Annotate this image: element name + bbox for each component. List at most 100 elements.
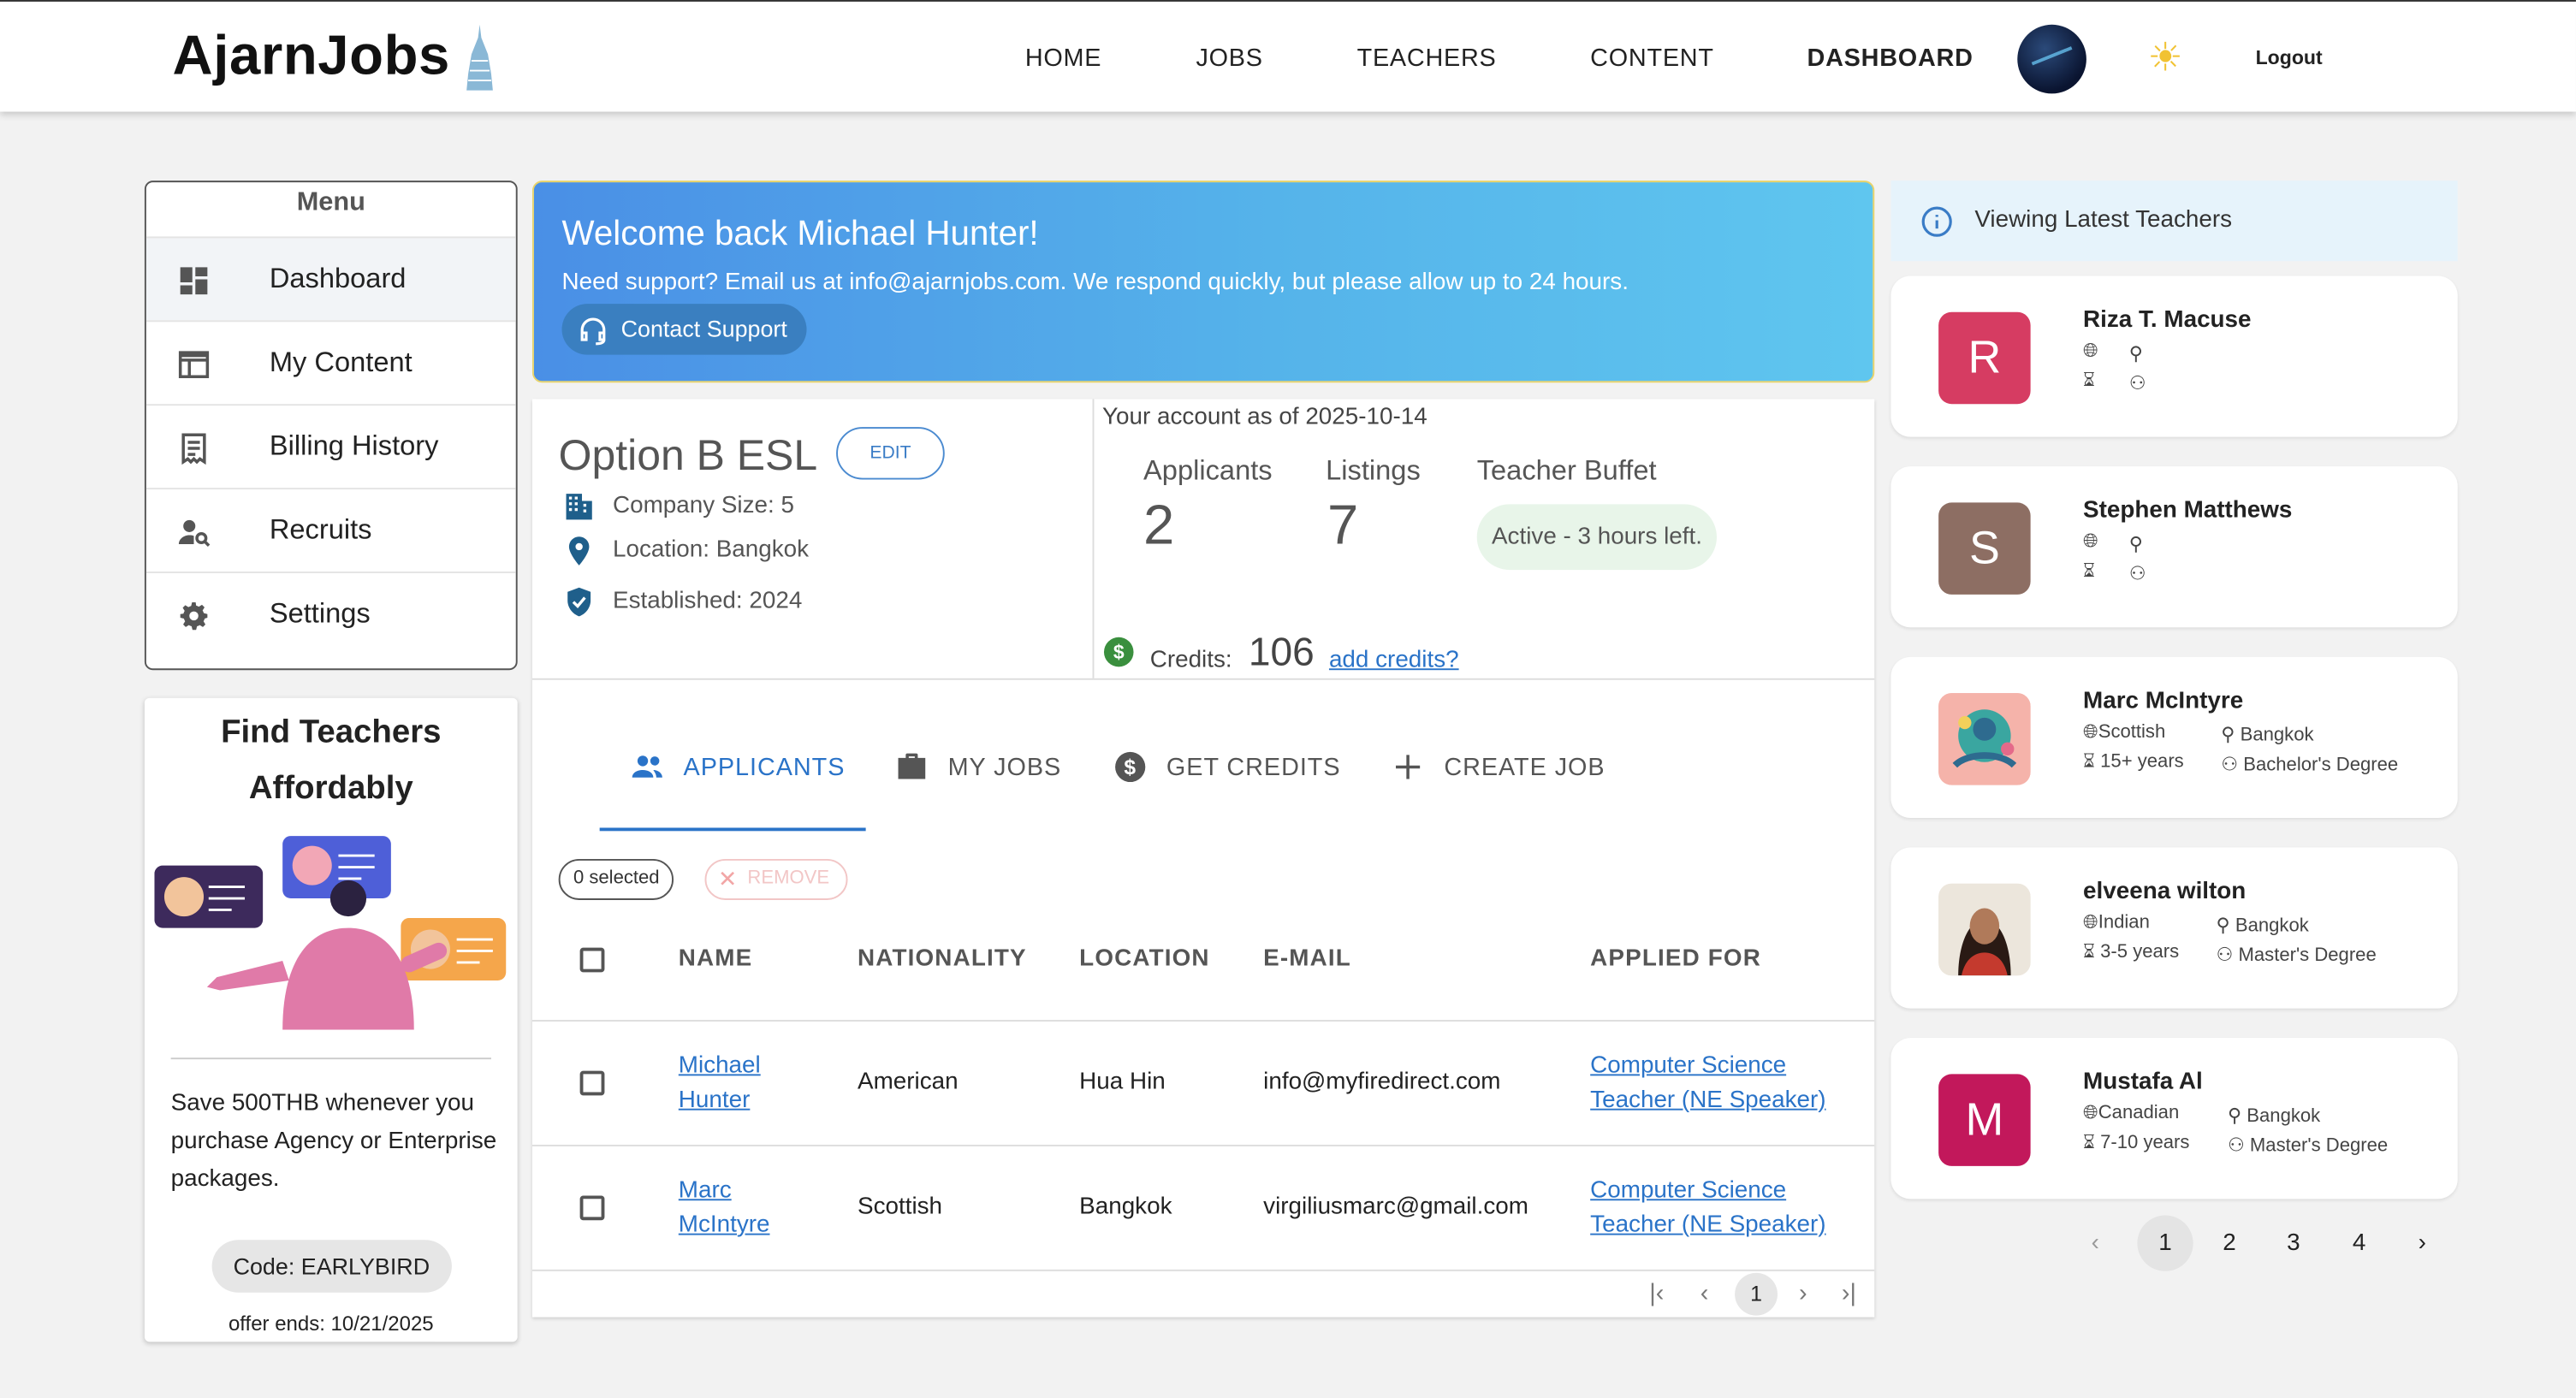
degree-icon: ⚇ (2128, 374, 2146, 394)
teacher-location: ⚲ Bangkok (2227, 1106, 2321, 1127)
next-page-icon[interactable]: › (1799, 1279, 1807, 1307)
nav-jobs[interactable]: JOBS (1196, 44, 1262, 73)
nav-content[interactable]: CONTENT (1590, 44, 1714, 73)
row-checkbox[interactable] (579, 1195, 605, 1221)
nationality-globe-icon: 🌐︎ (2083, 341, 2098, 362)
teachers-prev-page-icon[interactable]: ‹ (2092, 1230, 2099, 1257)
teacher-card[interactable]: M Mustafa Al 🌐︎Canadian ⚲ Bangkok ⏳︎ 7-1… (1890, 1038, 2458, 1200)
applicant-location: Bangkok (1079, 1194, 1172, 1221)
listings-value: 7 (1327, 494, 1359, 557)
side-menu: Menu Dashboard My Content Billing Histor… (144, 181, 518, 671)
card-divider (531, 678, 1875, 680)
teacher-buffet-label: Teacher Buffet (1476, 454, 1657, 487)
svg-text:$: $ (1124, 756, 1137, 779)
applicants-value: 2 (1143, 494, 1175, 557)
teacher-name: Riza T. Macuse (2083, 306, 2252, 334)
theme-toggle-sun-icon[interactable]: ☀ (2144, 37, 2187, 80)
teacher-avatar: R (1938, 311, 2031, 405)
active-tab-indicator (599, 827, 866, 832)
column-header-location[interactable]: LOCATION (1079, 946, 1210, 973)
welcome-subtitle: Need support? Email us at info@ajarnjobs… (561, 269, 1629, 296)
applicant-nationality: Scottish (858, 1194, 943, 1221)
content-icon (178, 351, 210, 378)
gear-icon (180, 602, 208, 631)
location-pin-icon: ⚲ (2128, 535, 2143, 555)
menu-item-dashboard[interactable]: Dashboard (145, 236, 516, 321)
dollar-circle-icon: $ (1115, 751, 1146, 783)
applicant-name-link[interactable]: Marc McIntyre (679, 1175, 770, 1244)
teacher-name: elveena wilton (2083, 878, 2247, 905)
peacock-avatar-image (1938, 693, 2031, 785)
receipt-icon (181, 433, 206, 465)
logout-link[interactable]: Logout (2256, 46, 2323, 69)
nav-teachers[interactable]: TEACHERS (1357, 44, 1497, 73)
menu-title: Menu (296, 188, 365, 217)
remove-button[interactable]: ✕ REMOVE (704, 858, 848, 900)
info-icon (1921, 206, 1952, 237)
teacher-degree: ⚇ Bachelor's Degree (2221, 755, 2399, 776)
applicant-email: info@myfiredirect.com (1263, 1069, 1501, 1096)
column-header-name[interactable]: NAME (679, 946, 753, 973)
menu-item-recruits[interactable]: Recruits (145, 488, 516, 572)
menu-item-billing-history[interactable]: Billing History (145, 404, 516, 488)
account-as-of: Your account as of 2025-10-14 (1102, 404, 1427, 430)
teacher-avatar: M (1938, 1074, 2031, 1166)
column-header-nationality[interactable]: NATIONALITY (858, 946, 1027, 973)
promo-divider (170, 1057, 491, 1060)
dollar-coin-icon: $ (1103, 637, 1134, 667)
teacher-avatar-image (1938, 693, 2031, 785)
select-all-checkbox[interactable] (579, 947, 605, 973)
location-pin-icon (568, 536, 590, 566)
prev-page-icon[interactable]: ‹ (1701, 1279, 1709, 1307)
building-icon (566, 494, 592, 520)
people-icon (632, 755, 662, 778)
teachers-page-2[interactable]: 2 (2223, 1230, 2236, 1257)
teacher-card[interactable]: elveena wilton 🌐︎Indian ⚲ Bangkok ⏳︎ 3-5… (1890, 847, 2458, 1009)
teacher-card[interactable]: R Riza T. Macuse 🌐︎ ⚲ ⏳︎ ⚇ (1890, 275, 2458, 437)
row-checkbox[interactable] (579, 1070, 605, 1096)
location-pin-icon: ⚲ (2216, 916, 2235, 937)
contact-support-button[interactable]: Contact Support (561, 304, 807, 355)
teachers-page-1[interactable]: 1 (2137, 1215, 2193, 1271)
menu-item-my-content[interactable]: My Content (145, 320, 516, 404)
teachers-page-4[interactable]: 4 (2353, 1230, 2366, 1257)
first-page-icon[interactable]: |‹ (1649, 1279, 1664, 1307)
applied-job-link[interactable]: Computer Science Teacher (NE Speaker) (1590, 1050, 1825, 1119)
last-page-icon[interactable]: ›| (1842, 1279, 1856, 1307)
menu-item-settings[interactable]: Settings (145, 572, 516, 655)
applicant-name-link[interactable]: Michael Hunter (679, 1050, 761, 1119)
column-header-applied-for[interactable]: APPLIED FOR (1590, 946, 1761, 973)
experience-icon: ⏳︎ (2083, 561, 2096, 582)
teachers-next-page-icon[interactable]: › (2419, 1230, 2426, 1257)
experience-icon: ⏳︎ (2083, 942, 2101, 963)
nationality-globe-icon: 🌐︎ (2083, 531, 2098, 552)
edit-company-button[interactable]: EDIT (836, 427, 945, 480)
teacher-experience: ⏳︎ 3-5 years (2083, 942, 2180, 963)
promo-code-chip[interactable]: Code: EARLYBIRD (211, 1240, 452, 1293)
teacher-card[interactable]: Marc McIntyre 🌐︎Scottish ⚲ Bangkok ⏳︎ 15… (1890, 656, 2458, 818)
applied-job-link[interactable]: Computer Science Teacher (NE Speaker) (1590, 1175, 1825, 1244)
globe-icon: 🌐︎ (2083, 1103, 2098, 1124)
latest-teachers-banner: Viewing Latest Teachers (1890, 181, 2458, 262)
portrait-avatar-image (1938, 883, 2031, 976)
credits-value: 106 (1248, 631, 1315, 675)
applicant-email: virgiliusmarc@gmail.com (1263, 1194, 1528, 1221)
teacher-location: ⚲ Bangkok (2221, 726, 2314, 746)
row-divider (531, 1269, 1875, 1271)
teacher-location: ⚲ Bangkok (2216, 916, 2309, 937)
teachers-page-3[interactable]: 3 (2287, 1230, 2300, 1257)
nav-home[interactable]: HOME (1025, 44, 1101, 73)
add-credits-link[interactable]: add credits? (1329, 647, 1459, 673)
table-page-current[interactable]: 1 (1735, 1272, 1778, 1316)
site-logo[interactable]: AjarnJobs (173, 24, 493, 91)
teacher-nationality: 🌐︎Scottish (2083, 722, 2166, 743)
verified-shield-icon (567, 587, 591, 617)
listings-label: Listings (1326, 454, 1421, 487)
globe-icon: 🌐︎ (2083, 722, 2098, 743)
degree-icon: ⚇ (2221, 755, 2244, 776)
column-header-email[interactable]: E-MAIL (1263, 946, 1351, 973)
location-pin-icon: ⚲ (2128, 345, 2143, 365)
user-avatar[interactable] (2017, 24, 2086, 94)
teacher-card[interactable]: S Stephen Matthews 🌐︎ ⚲ ⏳︎ ⚇ (1890, 466, 2458, 628)
nav-dashboard[interactable]: DASHBOARD (1807, 44, 1974, 73)
